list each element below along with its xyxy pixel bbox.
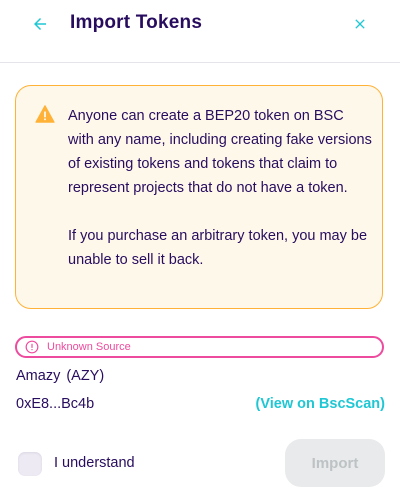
unknown-source-badge: Unknown Source <box>15 336 384 358</box>
modal-header: Import Tokens <box>0 0 400 56</box>
warning-message: Anyone can create a BEP20 token on BSC w… <box>15 85 383 309</box>
alert-circle-icon <box>25 340 39 354</box>
import-button[interactable]: Import <box>285 439 385 487</box>
understand-checkbox[interactable] <box>18 452 42 476</box>
close-button[interactable] <box>346 10 374 38</box>
close-icon <box>355 19 365 29</box>
arrow-left-icon <box>34 18 46 30</box>
back-button[interactable] <box>26 10 54 38</box>
warning-paragraph-2: If you purchase an arbitrary token, you … <box>68 228 368 268</box>
understand-label[interactable]: I understand <box>54 455 135 471</box>
warning-text: Anyone can create a BEP20 token on BSC w… <box>68 104 373 272</box>
header-divider <box>0 62 400 63</box>
warning-triangle-icon <box>35 105 55 123</box>
token-symbol: (AZY) <box>66 368 105 384</box>
badge-label: Unknown Source <box>47 341 131 353</box>
token-name: Amazy <box>16 368 61 384</box>
warning-paragraph-1: Anyone can create a BEP20 token on BSC w… <box>68 108 372 196</box>
token-name-row: Amazy (AZY) <box>16 368 104 384</box>
view-on-bscscan-link[interactable]: (View on BscScan) <box>256 396 385 412</box>
token-address: 0xE8...Bc4b <box>16 396 95 412</box>
modal-title: Import Tokens <box>70 12 203 33</box>
